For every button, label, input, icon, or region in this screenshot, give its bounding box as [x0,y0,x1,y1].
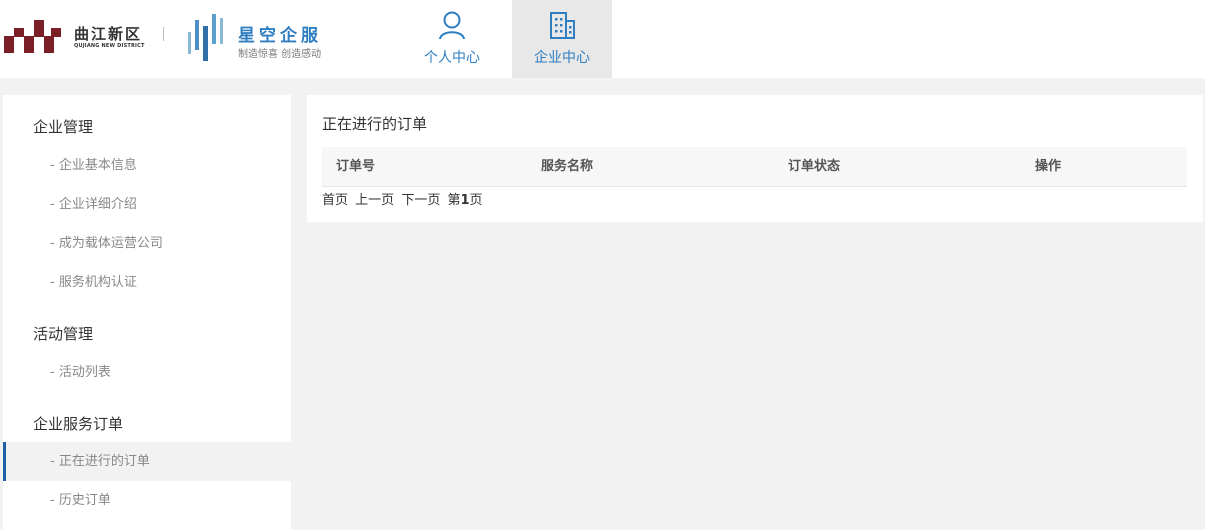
column-header-order-status: 订单状态 [788,159,841,174]
sidebar-item-activity-list[interactable]: - 活动列表 [3,353,291,392]
qujiang-logo-text: 曲江新区 [74,25,143,43]
sidebar-item-ongoing-orders[interactable]: - 正在进行的订单 [3,442,291,481]
qujiang-logo[interactable]: 曲江新区 QUJIANG NEW DISTRICT [4,20,144,54]
tab-enterprise-center-label: 企业中心 [534,50,590,66]
orders-panel: 正在进行的订单 订单号 服务名称 订单状态 操作 首页 上一页 下一页 第1页 [307,95,1203,222]
sidebar-item-enterprise-detail[interactable]: - 企业详细介绍 [3,185,291,224]
sidebar-item-history-orders[interactable]: - 历史订单 [3,481,291,520]
pager-page-suffix: 页 [469,193,483,208]
column-header-actions: 操作 [1035,159,1062,174]
qujiang-logo-mark-icon [4,20,61,53]
tab-personal-center-label: 个人中心 [424,50,480,66]
pager-next[interactable]: 下一页 [401,193,440,208]
sidebar-item-enterprise-basic-info[interactable]: - 企业基本信息 [3,146,291,185]
sidebar-group-service-orders: 企业服务订单 [33,415,124,433]
pagination: 首页 上一页 下一页 第1页 [322,189,486,208]
sidebar-group-enterprise-management: 企业管理 [33,118,94,136]
column-header-order-number: 订单号 [336,159,376,174]
tab-personal-center[interactable]: 个人中心 [402,0,502,78]
sidebar-item-become-carrier-operator[interactable]: - 成为载体运营公司 [3,224,291,263]
logo-divider [163,27,164,41]
pager-first[interactable]: 首页 [322,193,348,208]
orders-table-header: 订单号 服务名称 订单状态 操作 [322,147,1187,187]
xingkong-logo-text: 星空企服 [238,26,322,46]
pager-current-page: 第1页 [447,193,482,208]
xingkong-logo-slogan: 制造惊喜 创造感动 [238,49,322,60]
pager-page-number: 1 [460,193,470,208]
building-icon [550,12,575,39]
sidebar-item-service-org-certification[interactable]: - 服务机构认证 [3,263,291,302]
pager-prev[interactable]: 上一页 [355,193,394,208]
top-header: 曲江新区 QUJIANG NEW DISTRICT 星空企服 制造惊喜 创造感动… [0,0,1205,78]
tab-enterprise-center[interactable]: 企业中心 [512,0,612,78]
sidebar-group-activity-management: 活动管理 [33,325,94,343]
xingkong-logo[interactable]: 星空企服 制造惊喜 创造感动 [186,12,336,64]
sidebar: 企业管理 - 企业基本信息 - 企业详细介绍 - 成为载体运营公司 - 服务机构… [3,95,291,530]
xingkong-logo-bars-icon [188,14,223,61]
page-title: 正在进行的订单 [322,115,428,133]
column-header-service-name: 服务名称 [541,159,594,174]
pager-page-prefix: 第 [447,193,461,208]
qujiang-logo-subtext: QUJIANG NEW DISTRICT [74,43,145,49]
user-icon [439,11,465,40]
